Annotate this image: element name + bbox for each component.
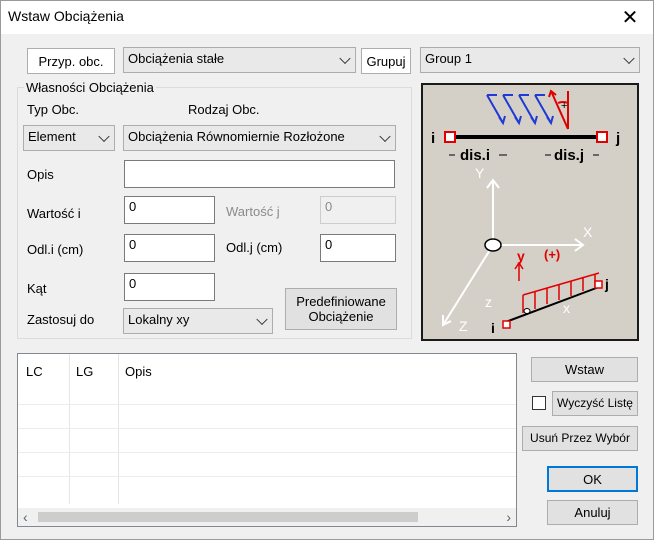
- load-type-value: Element: [28, 129, 76, 144]
- clear-list-button[interactable]: Wyczyść Listę: [552, 391, 638, 416]
- node-j-icon: [596, 131, 608, 143]
- local-y-text: y: [517, 248, 525, 264]
- value-j-label: Wartość j: [226, 204, 280, 219]
- loads-list[interactable]: LC LG Opis ‹ ›: [17, 353, 517, 527]
- angle-label: Kąt: [27, 281, 47, 296]
- value-i-label: Wartość i: [27, 206, 81, 221]
- value-j-input: 0: [320, 196, 396, 224]
- load-kind-value: Obciążenia Równomiernie Rozłożone: [128, 129, 345, 144]
- description-input[interactable]: [124, 160, 395, 188]
- axis-y-text: Y: [475, 165, 485, 181]
- description-label: Opis: [27, 167, 54, 182]
- axis-z-text: Z: [459, 318, 468, 334]
- clear-list-checkbox[interactable]: [532, 396, 546, 410]
- scroll-right-icon[interactable]: ›: [506, 509, 511, 525]
- horizontal-scrollbar[interactable]: ‹ ›: [18, 508, 516, 526]
- column-description[interactable]: Opis: [125, 364, 152, 379]
- dialog-title: Wstaw Obciążenia: [8, 8, 124, 24]
- load-diagram: + i j dis.i dis.j Y X Z y (+) x z i j: [421, 83, 639, 341]
- local-element-line: [502, 286, 600, 324]
- apply-to-value: Lokalny xy: [128, 312, 190, 327]
- dialog-window: Wstaw Obciążenia ✕ Przyp. obc. Obciążeni…: [0, 0, 654, 540]
- local-j-text: j: [604, 276, 609, 292]
- group-combo[interactable]: Group 1: [420, 47, 640, 73]
- global-axes: [442, 178, 585, 327]
- axis-x-text: X: [583, 224, 593, 240]
- odl-i-input[interactable]: 0: [124, 234, 215, 262]
- chevron-down-icon: [339, 52, 351, 65]
- odl-i-label: Odl.i (cm): [27, 242, 84, 257]
- chevron-down-icon: [623, 52, 635, 65]
- local-i-text: i: [491, 320, 495, 336]
- load-kind-label: Rodzaj Obc.: [188, 102, 260, 117]
- column-lc[interactable]: LC: [26, 364, 43, 379]
- local-plus-text: (+): [544, 247, 560, 262]
- node-j-text: j: [615, 130, 620, 147]
- load-type-label: Typ Obc.: [27, 102, 80, 117]
- ok-button[interactable]: OK: [547, 466, 638, 492]
- insert-button[interactable]: Wstaw: [531, 357, 638, 382]
- load-properties-title: Własności Obciążenia: [24, 80, 156, 95]
- load-case-combo[interactable]: Obciążenia stałe: [123, 47, 356, 73]
- scrollbar-thumb[interactable]: [38, 512, 418, 522]
- node-i-icon: [444, 131, 456, 143]
- odl-j-input[interactable]: 0: [320, 234, 396, 262]
- dis-j-text: dis.j: [554, 147, 584, 164]
- chevron-down-icon: [98, 130, 110, 143]
- group-value: Group 1: [425, 51, 472, 66]
- value-i-input[interactable]: 0: [124, 196, 215, 224]
- local-z-text: z: [485, 294, 492, 310]
- cancel-button[interactable]: Anuluj: [547, 500, 638, 525]
- svg-text:+: +: [561, 100, 567, 112]
- local-load-arrows: [514, 261, 600, 313]
- dis-i-text: dis.i: [460, 147, 490, 164]
- apply-to-label: Zastosuj do: [27, 312, 95, 327]
- group-tab[interactable]: Grupuj: [361, 48, 411, 74]
- scroll-left-icon[interactable]: ‹: [23, 509, 28, 525]
- title-bar: Wstaw Obciążenia ✕: [1, 1, 653, 34]
- case-tab[interactable]: Przyp. obc.: [27, 48, 115, 74]
- load-diagram-svg: + i j dis.i dis.j Y X Z y (+) x z i j: [431, 89, 620, 336]
- load-type-combo[interactable]: Element: [23, 125, 115, 151]
- local-x-text: x: [563, 300, 570, 316]
- apply-to-combo[interactable]: Lokalny xy: [123, 308, 273, 334]
- odl-j-label: Odl.j (cm): [226, 240, 283, 255]
- predefined-load-button[interactable]: Predefiniowane Obciążenie: [285, 288, 397, 330]
- remove-selected-button[interactable]: Usuń Przez Wybór: [522, 426, 638, 451]
- load-kind-combo[interactable]: Obciążenia Równomiernie Rozłożone: [123, 125, 396, 151]
- column-lg[interactable]: LG: [76, 364, 93, 379]
- angle-input[interactable]: 0: [124, 273, 215, 301]
- close-icon[interactable]: ✕: [607, 1, 653, 33]
- distributed-load-arrows: [486, 94, 554, 126]
- node-i-text: i: [431, 130, 435, 147]
- chevron-down-icon: [379, 130, 391, 143]
- load-case-value: Obciążenia stałe: [128, 51, 225, 66]
- chevron-down-icon: [256, 313, 268, 326]
